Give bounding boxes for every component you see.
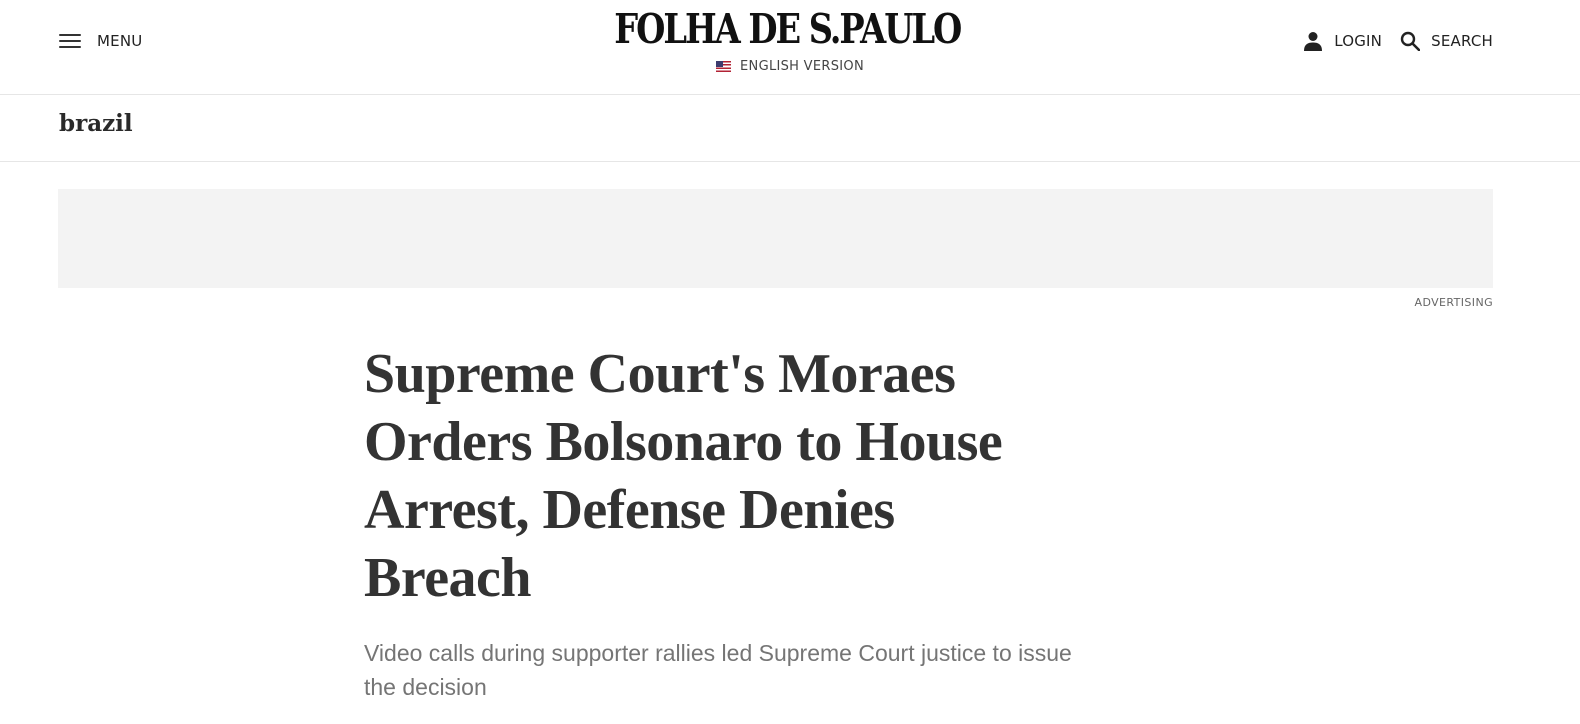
ad-slot[interactable] (58, 189, 1493, 288)
advertising-label: ADVERTISING (1414, 296, 1493, 309)
login-label: LOGIN (1334, 32, 1383, 50)
section-bar: brazil (0, 95, 1580, 162)
section-link-brazil[interactable]: brazil (59, 110, 133, 137)
search-label: SEARCH (1431, 32, 1493, 50)
article-headline: Supreme Court's Moraes Orders Bolsonaro … (364, 343, 1003, 609)
site-logo[interactable]: FOLHA DE S.PAULO (140, 5, 1436, 53)
hamburger-menu-icon (59, 32, 81, 50)
menu-button[interactable]: MENU (59, 30, 142, 52)
site-header: MENU FOLHA DE S.PAULO ENGLISH VERSION LO… (0, 0, 1580, 95)
user-tools: LOGIN SEARCH (1303, 30, 1493, 52)
article-standfirst: Video calls during supporter rallies led… (364, 640, 1072, 700)
edition-label: ENGLISH VERSION (740, 59, 864, 74)
english-version-link[interactable]: ENGLISH VERSION (0, 59, 1580, 74)
search-button[interactable]: SEARCH (1400, 31, 1493, 51)
user-icon (1304, 32, 1323, 51)
menu-label: MENU (97, 32, 143, 50)
login-button[interactable]: LOGIN (1303, 31, 1382, 51)
us-flag-icon (716, 61, 732, 72)
search-icon (1400, 31, 1421, 51)
article: Supreme Court's Moraes Orders Bolsonaro … (364, 340, 1084, 704)
